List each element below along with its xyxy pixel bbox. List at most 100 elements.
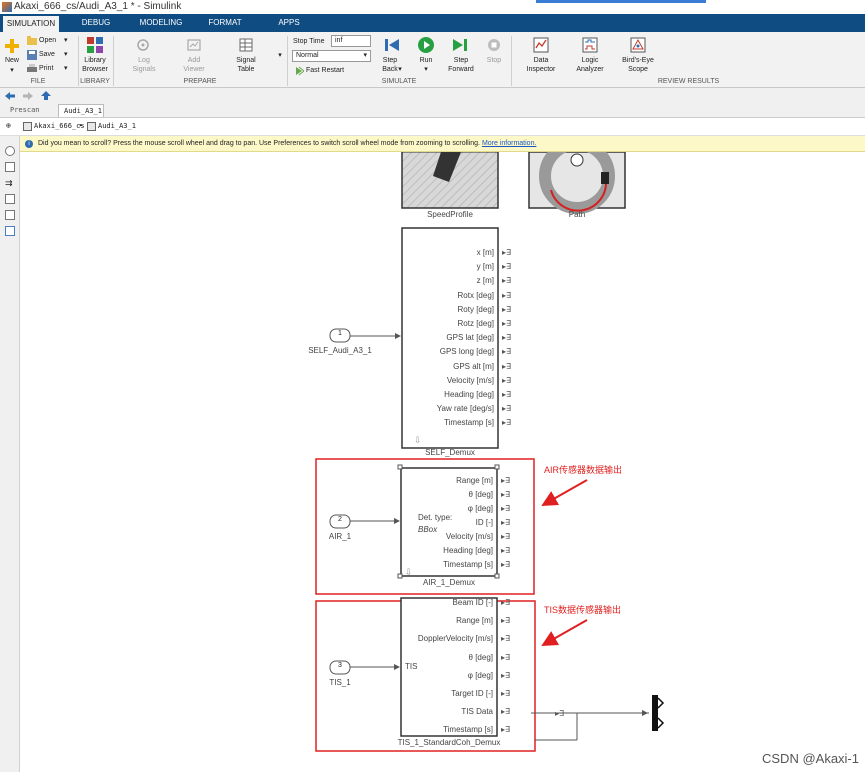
- logic-analyzer-button-line2[interactable]: Analyzer: [570, 66, 610, 74]
- simulation-mode-select[interactable]: Normal ▾: [292, 50, 371, 62]
- tab-apps[interactable]: APPS: [264, 14, 314, 32]
- print-button[interactable]: Print: [39, 64, 53, 74]
- birds-eye-scope-icon: [630, 37, 646, 53]
- output-port-terminator-icon[interactable]: ▸∃: [501, 707, 510, 716]
- run-dropdown-icon[interactable]: ▾: [421, 66, 431, 74]
- output-port-terminator-icon[interactable]: ▸∃: [502, 376, 511, 385]
- output-port-terminator-icon[interactable]: ▸∃: [501, 653, 510, 662]
- selection-handle[interactable]: [397, 464, 403, 470]
- output-port-label: Range [m]: [456, 616, 493, 626]
- bus-selector-block[interactable]: [652, 695, 658, 731]
- new-button[interactable]: New: [0, 57, 24, 65]
- output-port-terminator-icon[interactable]: ▸∃: [502, 276, 511, 285]
- open-button[interactable]: Open: [39, 36, 56, 46]
- step-back-button-line1[interactable]: Step: [376, 57, 404, 65]
- prepare-gallery-dropdown-icon[interactable]: ▾: [275, 52, 285, 60]
- signal-table-button-line2[interactable]: Table: [228, 66, 264, 74]
- demux-glyph-icon: ⇩: [405, 567, 413, 577]
- area-icon[interactable]: [5, 226, 15, 236]
- birds-eye-scope-button-line1[interactable]: Bird's-Eye: [616, 57, 660, 65]
- up-to-parent-icon[interactable]: [40, 90, 52, 101]
- output-port-terminator-icon[interactable]: ▸∃: [501, 598, 510, 607]
- output-port-terminator-icon[interactable]: ▸∃: [502, 347, 511, 356]
- logic-analyzer-button-line1[interactable]: Logic: [570, 57, 610, 65]
- output-port-terminator-icon[interactable]: ▸∃: [501, 532, 510, 541]
- output-port-terminator-icon[interactable]: ▸∃: [501, 546, 510, 555]
- output-port-terminator-icon[interactable]: ▸∃: [501, 616, 510, 625]
- output-port-terminator-icon[interactable]: ▸∃: [501, 490, 510, 499]
- breadcrumb-root[interactable]: Akaxi_666_cs: [34, 122, 85, 130]
- output-port-terminator-icon[interactable]: ▸∃: [501, 518, 510, 527]
- forward-arrow-icon[interactable]: [22, 91, 34, 101]
- speed-profile-block[interactable]: [401, 152, 499, 209]
- save-button[interactable]: Save: [39, 50, 55, 60]
- det-type-value: BBox: [418, 525, 438, 534]
- model-canvas[interactable]: ⇩ ⇩ ▸∃ SpeedProfile Path SELF_Demux 1 SE…: [21, 152, 865, 772]
- annotation-icon[interactable]: [5, 194, 15, 204]
- path-block[interactable]: [528, 152, 626, 214]
- model-icon: [23, 122, 32, 131]
- output-port-terminator-icon[interactable]: ▸∃: [502, 248, 511, 257]
- run-button[interactable]: Run: [412, 57, 440, 65]
- print-dropdown-icon[interactable]: ▾: [64, 64, 68, 74]
- tis-inport-number: 3: [338, 662, 342, 669]
- step-back-dropdown-icon[interactable]: ▾: [395, 66, 405, 74]
- output-port-terminator-icon[interactable]: ▸∃: [502, 333, 511, 342]
- fast-restart-icon: [296, 66, 304, 76]
- image-icon[interactable]: [5, 210, 15, 220]
- selection-handle[interactable]: [494, 464, 500, 470]
- library-browser-button-line1[interactable]: Library: [78, 57, 112, 65]
- stop-button[interactable]: Stop: [480, 57, 508, 65]
- tab-format[interactable]: FORMAT: [202, 14, 248, 32]
- step-forward-button-line2[interactable]: Forward: [444, 66, 478, 74]
- output-port-terminator-icon[interactable]: ▸∃: [501, 476, 510, 485]
- tab-simulation[interactable]: SIMULATION: [3, 14, 59, 32]
- breadcrumb-child[interactable]: Audi_A3_1: [98, 122, 136, 130]
- output-port-terminator-icon[interactable]: ▸∃: [502, 262, 511, 271]
- fit-to-view-icon[interactable]: [5, 162, 15, 172]
- more-information-link[interactable]: More information.: [482, 140, 536, 147]
- output-port-terminator-icon[interactable]: ▸∃: [502, 390, 511, 399]
- prepare-group-label: PREPARE: [183, 78, 217, 85]
- output-port-terminator-icon[interactable]: ▸∃: [502, 362, 511, 371]
- tab-audi-a3-1[interactable]: Audi_A3_1: [58, 104, 104, 117]
- save-dropdown-icon[interactable]: ▾: [64, 50, 68, 60]
- output-port-terminator-icon[interactable]: ▸∃: [502, 319, 511, 328]
- csdn-watermark: CSDN @Akaxi-1: [762, 751, 859, 766]
- zoom-icon[interactable]: [5, 146, 15, 156]
- add-viewer-button-line2[interactable]: Viewer: [176, 66, 212, 74]
- output-port-terminator-icon[interactable]: ▸∃: [501, 560, 510, 569]
- back-arrow-icon[interactable]: [4, 91, 16, 101]
- stop-time-input[interactable]: inf: [331, 35, 371, 47]
- output-port-terminator-icon[interactable]: ▸∃: [501, 725, 510, 734]
- data-inspector-button-line1[interactable]: Data: [521, 57, 561, 65]
- output-port-terminator-icon[interactable]: ▸∃: [501, 634, 510, 643]
- output-port-terminator-icon[interactable]: ▸∃: [501, 689, 510, 698]
- subsystem-icon: [87, 122, 96, 131]
- output-port-label: Timestamp [s]: [443, 725, 493, 735]
- output-port-terminator-icon[interactable]: ▸∃: [502, 418, 511, 427]
- hide-browser-icon[interactable]: ⊕: [6, 121, 11, 130]
- library-browser-button-line2[interactable]: Browser: [78, 66, 112, 74]
- birds-eye-scope-button-line2[interactable]: Scope: [616, 66, 660, 74]
- tab-debug[interactable]: DEBUG: [72, 14, 120, 32]
- log-signals-button-line2[interactable]: Signals: [126, 66, 162, 74]
- output-port-terminator-icon[interactable]: ▸∃: [501, 504, 510, 513]
- open-dropdown-icon[interactable]: ▾: [64, 36, 68, 46]
- tis-data-signal-line[interactable]: [535, 712, 649, 740]
- stop-icon: [488, 39, 500, 51]
- fast-restart-button[interactable]: Fast Restart: [306, 66, 344, 76]
- data-inspector-button-line2[interactable]: Inspector: [521, 66, 561, 74]
- signal-table-button-line1[interactable]: Signal: [228, 57, 264, 65]
- arrow-route-icon[interactable]: ⇉: [5, 178, 15, 188]
- new-dropdown-icon[interactable]: ▾: [6, 67, 18, 75]
- add-viewer-button-line1[interactable]: Add: [176, 57, 212, 65]
- log-signals-button-line1[interactable]: Log: [126, 57, 162, 65]
- output-port-terminator-icon[interactable]: ▸∃: [502, 305, 511, 314]
- output-port-terminator-icon[interactable]: ▸∃: [502, 291, 511, 300]
- tab-modeling[interactable]: MODELING: [132, 14, 190, 32]
- step-forward-button-line1[interactable]: Step: [444, 57, 478, 65]
- output-port-terminator-icon[interactable]: ▸∃: [502, 404, 511, 413]
- simulation-mode-value: Normal: [296, 52, 319, 59]
- output-port-terminator-icon[interactable]: ▸∃: [501, 671, 510, 680]
